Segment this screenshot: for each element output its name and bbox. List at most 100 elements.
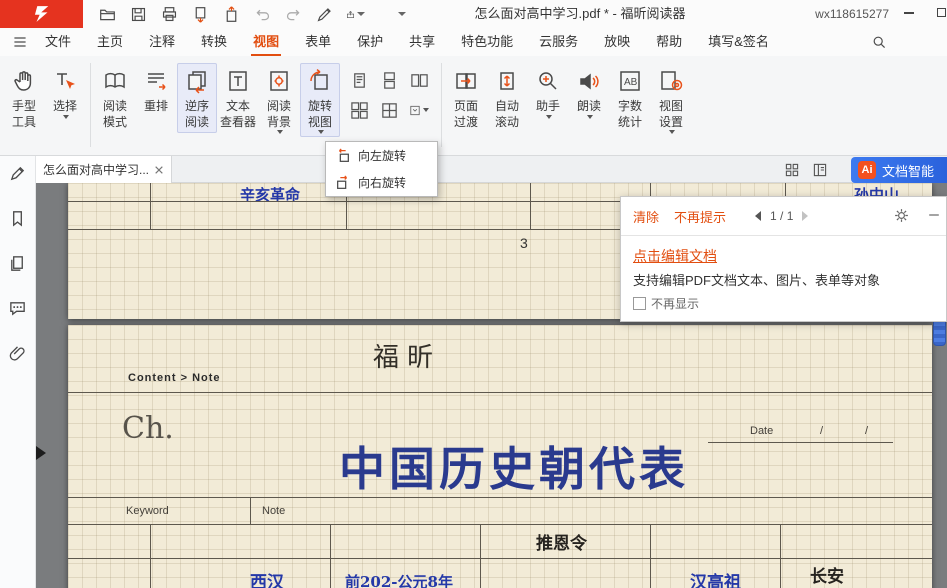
split-view-icon[interactable] [379,100,399,120]
foxit-logo-icon[interactable] [0,0,83,28]
tab-close-icon[interactable] [154,165,164,175]
menu-form[interactable]: 表单 [292,28,344,56]
auto-scroll-button[interactable]: 自动 滚动 [487,63,527,133]
menu-file[interactable]: 文件 [32,28,84,56]
ribbon-separator [90,63,91,147]
edit-hint-popup: 清除 不再提示 1 / 1 点击编辑文档 支持编辑PDF文档文本、图片、表单等对… [620,196,947,322]
reading-background-button[interactable]: 阅读 背景 [259,63,299,137]
ribbon-separator [441,63,442,147]
page-transition-label: 页面 过渡 [454,99,478,130]
doc-ai-label: 文档智能 [882,161,934,180]
popup-dont-show-row[interactable]: 不再显示 [633,295,699,312]
reflow-button[interactable]: 重排 [136,63,176,118]
open-icon[interactable] [98,5,117,24]
document-tab[interactable]: 怎么面对高中学习... [36,156,172,183]
popup-next-arrow-icon[interactable] [802,211,808,221]
sidebar-expand-arrow[interactable] [36,446,46,460]
page-layout-group [341,63,437,120]
menu-view[interactable]: 视图 [240,28,292,56]
maximize-button[interactable] [927,0,947,28]
minimize-button[interactable] [895,0,923,28]
menu-comment[interactable]: 注释 [136,28,188,56]
dont-show-checkbox[interactable] [633,297,646,310]
menu-protect[interactable]: 保护 [344,28,396,56]
page2-note-label: Note [262,505,285,517]
svg-text:AB: AB [624,77,638,88]
import-icon[interactable] [222,5,241,24]
single-page-icon[interactable] [349,70,369,90]
hand-tool-button[interactable]: 手型 工具 [4,63,44,133]
document-tab-title: 怎么面对高中学习... [43,161,154,178]
page2-title: 中国历史朝代表 [68,433,932,499]
comment-icon[interactable] [8,299,27,318]
page-transition-button[interactable]: 页面 过渡 [446,63,486,133]
save-icon[interactable] [129,5,148,24]
word-count-icon: AB [617,66,643,96]
cell-period: 前202-公元8年 [345,571,453,588]
reflow-icon [143,66,169,96]
thumbnail-grid-icon[interactable] [783,161,801,179]
reading-mode-icon [102,66,128,96]
popup-no-remind-button[interactable]: 不再提示 [674,207,726,226]
chevron-down-icon [277,130,283,134]
edit-pencil-icon[interactable] [8,164,27,183]
rotate-right-icon [335,175,351,191]
word-count-button[interactable]: AB 字数 统计 [610,63,650,133]
layout-more-icon[interactable] [409,100,429,120]
assistant-button[interactable]: 助手 [528,63,568,122]
menu-share[interactable]: 共享 [396,28,448,56]
undo-icon[interactable] [253,5,272,24]
customize-toolbar-chevron[interactable] [398,12,406,16]
pdf-page-2: 福昕 Content > Note Ch. Date / / 中国历史朝代表 K… [68,325,932,588]
rotate-right-menu-item[interactable]: 向右旋转 [326,169,437,196]
popup-pager: 1 / 1 [770,209,793,223]
text-viewer-icon [225,66,251,96]
export-icon[interactable] [191,5,210,24]
menu-present[interactable]: 放映 [591,28,643,56]
facing-page-icon[interactable] [409,70,429,90]
view-settings-button[interactable]: 视图 设置 [651,63,691,137]
menu-home[interactable]: 主页 [84,28,136,56]
page2-brand: 福昕 [373,337,441,374]
redo-icon[interactable] [284,5,303,24]
menu-help[interactable]: 帮助 [643,28,695,56]
continuous-page-icon[interactable] [379,70,399,90]
print-icon[interactable] [160,5,179,24]
cell-founder: 汉高祖 [690,568,741,588]
menu-fill-sign[interactable]: 填写&签名 [695,28,782,56]
nav-panel-icon[interactable] [811,161,829,179]
pages-icon[interactable] [8,254,27,273]
popup-clear-button[interactable]: 清除 [633,207,659,226]
popup-edit-document-link[interactable]: 点击编辑文档 [633,246,717,266]
menu-features[interactable]: 特色功能 [448,28,526,56]
text-viewer-button[interactable]: 文本 查看器 [218,63,258,133]
reading-mode-button[interactable]: 阅读 模式 [95,63,135,133]
popup-prev-arrow-icon[interactable] [755,211,761,221]
reading-mode-label: 阅读 模式 [103,99,127,130]
assistant-label: 助手 [536,99,560,115]
menu-hamburger-icon[interactable] [12,34,28,50]
rotate-left-menu-item[interactable]: 向左旋转 [326,142,437,169]
bookmark-icon[interactable] [8,209,27,228]
share-icon[interactable] [346,5,365,24]
reverse-reading-button[interactable]: 逆序 阅读 [177,63,217,133]
reading-background-icon [266,66,292,96]
rotate-view-label: 旋转 视图 [308,99,332,130]
read-aloud-button[interactable]: 朗读 [569,63,609,122]
reverse-reading-icon [184,66,210,96]
chevron-down-icon [63,115,69,119]
attachment-icon[interactable] [8,344,27,363]
sign-icon[interactable] [315,5,334,24]
select-tool-button[interactable]: 选择 [45,63,85,122]
auto-scroll-label: 自动 滚动 [495,99,519,130]
menu-convert[interactable]: 转换 [188,28,240,56]
chevron-down-icon [669,130,675,134]
continuous-facing-icon[interactable] [349,100,369,120]
rotate-view-button[interactable]: 旋转 视图 [300,63,340,137]
popup-minimize-icon[interactable] [926,207,942,223]
doc-ai-button[interactable]: Ai 文档智能 [851,157,947,183]
search-icon[interactable] [871,34,887,50]
account-name[interactable]: wx118615277 [815,0,889,28]
menu-cloud[interactable]: 云服务 [526,28,591,56]
popup-gear-icon[interactable] [893,207,910,224]
